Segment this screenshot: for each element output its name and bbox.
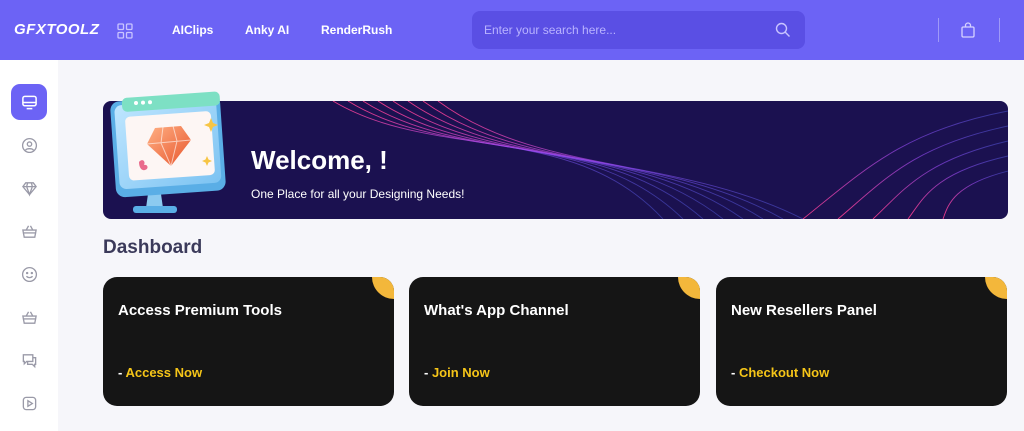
card-corner-accent — [985, 277, 1007, 299]
sidebar-item-profile[interactable] — [11, 127, 47, 163]
search-icon[interactable] — [775, 22, 791, 38]
sidebar-item-store[interactable] — [11, 213, 47, 249]
sidebar-item-chat[interactable] — [11, 342, 47, 378]
join-now-link[interactable]: Join Now — [432, 365, 490, 380]
card-premium-tools[interactable]: Access Premium Tools - Access Now — [103, 277, 394, 406]
section-title-dashboard: Dashboard — [103, 237, 203, 258]
diamond-icon — [21, 181, 37, 197]
card-resellers-panel[interactable]: New Resellers Panel - Checkout Now — [716, 277, 1007, 406]
monitor-illustration — [110, 91, 226, 213]
welcome-title: Welcome, ! — [251, 145, 388, 175]
card-link[interactable]: - Join Now — [424, 365, 490, 380]
basket-icon — [21, 225, 37, 238]
monitor-icon — [21, 95, 37, 109]
basket-icon — [21, 311, 37, 324]
logo[interactable]: GFXTOOLZ — [14, 21, 99, 38]
header-divider — [938, 18, 939, 42]
search-bar — [472, 11, 805, 49]
sidebar-item-fun[interactable] — [11, 256, 47, 292]
header-divider — [999, 18, 1000, 42]
search-input[interactable] — [484, 21, 764, 39]
sidebar-item-premium[interactable] — [11, 170, 47, 206]
play-icon — [22, 396, 36, 410]
sidebar — [0, 60, 58, 431]
welcome-subtitle: One Place for all your Designing Needs! — [251, 187, 465, 201]
card-corner-accent — [372, 277, 394, 299]
checkout-now-link[interactable]: Checkout Now — [739, 365, 829, 380]
smile-icon — [21, 266, 37, 282]
card-title: What's App Channel — [424, 302, 569, 319]
card-title: Access Premium Tools — [118, 302, 282, 319]
sidebar-item-videos[interactable] — [11, 385, 47, 421]
card-link-prefix: - — [731, 365, 739, 380]
chat-icon — [22, 353, 36, 368]
nav-link-renderrush[interactable]: RenderRush — [321, 23, 392, 37]
card-corner-accent — [678, 277, 700, 299]
shopping-bag-icon[interactable] — [961, 22, 975, 38]
access-now-link[interactable]: Access Now — [125, 365, 202, 380]
nav-link-anky-ai[interactable]: Anky AI — [245, 23, 289, 37]
card-title: New Resellers Panel — [731, 302, 877, 319]
card-link[interactable]: - Access Now — [118, 365, 202, 380]
card-link[interactable]: - Checkout Now — [731, 365, 829, 380]
sidebar-item-dashboard[interactable] — [11, 84, 47, 120]
grid-icon[interactable] — [117, 23, 133, 39]
card-link-prefix: - — [424, 365, 432, 380]
user-circle-icon — [21, 137, 37, 153]
top-bar: GFXTOOLZ AIClips Anky AI RenderRush — [0, 0, 1024, 60]
nav-link-aiclips[interactable]: AIClips — [172, 23, 213, 37]
sidebar-item-shop[interactable] — [11, 299, 47, 335]
card-whatsapp-channel[interactable]: What's App Channel - Join Now — [409, 277, 700, 406]
